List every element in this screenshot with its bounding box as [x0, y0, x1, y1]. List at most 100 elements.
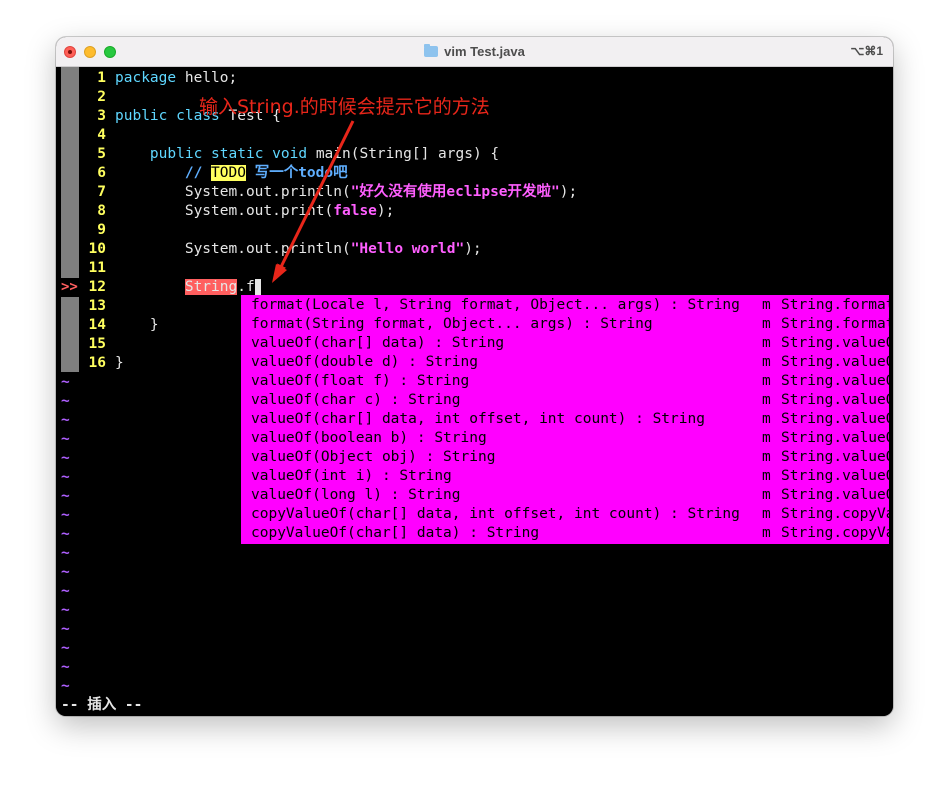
empty-line-tilde: ~ — [61, 507, 70, 523]
code-token: System.out.println( — [115, 184, 351, 200]
code-line[interactable]: System.out.print(false); — [115, 202, 395, 221]
completion-kind: m — [762, 354, 771, 370]
title-bar[interactable]: vim Test.java ⌥⌘1 — [56, 37, 893, 67]
completion-item[interactable]: valueOf(double d) : String — [251, 353, 478, 372]
mode-indicator: -- 插入 -- — [61, 697, 143, 713]
code-token: ); — [464, 241, 482, 257]
line-number: 12 — [88, 279, 106, 295]
empty-line-tilde: ~ — [61, 488, 70, 504]
code-token: 写一个todo吧 — [245, 165, 348, 181]
completion-item[interactable]: format(Locale l, String format, Object..… — [251, 296, 740, 315]
text-cursor — [254, 278, 261, 296]
completion-kind: m — [762, 335, 771, 351]
code-token: } — [115, 317, 159, 333]
code-token: .f — [237, 279, 255, 295]
completion-item[interactable]: copyValueOf(char[] data, int offset, int… — [251, 505, 740, 524]
line-number: 9 — [97, 222, 106, 238]
completion-item[interactable]: copyValueOf(char[] data) : String — [251, 524, 539, 543]
completion-item[interactable]: valueOf(char[] data, int offset, int cou… — [251, 410, 705, 429]
empty-line-tilde: ~ — [61, 545, 70, 561]
line-number: 2 — [97, 89, 106, 105]
code-token: public — [149, 146, 203, 162]
code-token: public — [115, 108, 168, 124]
empty-line-tilde: ~ — [61, 526, 70, 542]
completion-item[interactable]: valueOf(char c) : String — [251, 391, 461, 410]
window-title: vim Test.java — [56, 37, 893, 66]
code-line[interactable]: public static void main(String[] args) { — [115, 145, 499, 164]
window-shortcut: ⌥⌘1 — [850, 44, 883, 58]
empty-line-tilde: ~ — [61, 393, 70, 409]
todo-highlight: TODO — [211, 165, 246, 181]
code-line[interactable]: // TODO 写一个todo吧 — [115, 164, 348, 183]
code-token: main(String[] args) { — [307, 146, 500, 162]
code-line[interactable]: System.out.println("好久没有使用eclipse开发啦"); — [115, 183, 577, 202]
code-line[interactable]: } — [115, 316, 159, 335]
completion-item[interactable]: format(String format, Object... args) : … — [251, 315, 653, 334]
line-number: 11 — [88, 260, 106, 276]
empty-line-tilde: ~ — [61, 412, 70, 428]
completion-item[interactable]: valueOf(char[] data) : String — [251, 334, 504, 353]
completion-popup[interactable]: format(Locale l, String format, Object..… — [241, 295, 889, 544]
completion-item[interactable]: valueOf(float f) : String — [251, 372, 469, 391]
line-number: 4 — [97, 127, 106, 143]
code-token: package — [115, 70, 177, 86]
completion-kind: m — [762, 316, 771, 332]
completion-menu: String.copyValueOf — [781, 525, 889, 541]
line-number: 5 — [97, 146, 106, 162]
line-number: 13 — [88, 298, 106, 314]
completion-menu: String.valueOf — [781, 411, 889, 427]
completion-menu: String.valueOf — [781, 487, 889, 503]
completion-menu: String.valueOf — [781, 354, 889, 370]
completion-item[interactable]: valueOf(int i) : String — [251, 467, 452, 486]
code-token: "Hello world" — [350, 241, 465, 257]
empty-line-tilde: ~ — [61, 602, 70, 618]
empty-line-tilde: ~ — [61, 583, 70, 599]
code-token: ); — [376, 203, 395, 219]
completion-kind: m — [762, 449, 771, 465]
empty-line-tilde: ~ — [61, 431, 70, 447]
line-number: 8 — [97, 203, 106, 219]
window-title-text: vim Test.java — [444, 44, 525, 59]
completion-menu: String.valueOf — [781, 373, 889, 389]
completion-item[interactable]: valueOf(boolean b) : String — [251, 429, 487, 448]
empty-line-tilde: ~ — [61, 678, 70, 694]
error-highlight: String — [184, 279, 238, 295]
completion-kind: m — [762, 468, 771, 484]
empty-line-tilde: ~ — [61, 374, 70, 390]
code-line[interactable]: package hello; — [115, 69, 237, 88]
completion-menu: String.format — [781, 297, 889, 313]
empty-line-tilde: ~ — [61, 659, 70, 675]
completion-kind: m — [762, 525, 771, 541]
line-number: 6 — [97, 165, 106, 181]
completion-item[interactable]: valueOf(long l) : String — [251, 486, 461, 505]
empty-line-tilde: ~ — [61, 640, 70, 656]
completion-kind: m — [762, 392, 771, 408]
vim-editor[interactable]: 1 package hello; 2 3 public class Test {4 5 p… — [56, 67, 893, 716]
terminal-window: vim Test.java ⌥⌘1 1 package hello; 2 3 publi… — [56, 37, 893, 716]
line-number: 3 — [97, 108, 106, 124]
code-line[interactable]: String.f — [115, 278, 261, 297]
completion-kind: m — [762, 373, 771, 389]
sign-column — [61, 67, 79, 372]
line-number: 1 — [97, 70, 106, 86]
code-token: hello; — [176, 70, 238, 86]
folder-icon — [424, 44, 439, 57]
code-line[interactable]: System.out.println("Hello world"); — [115, 240, 482, 259]
completion-menu: String.format — [781, 316, 889, 332]
line-number: 16 — [88, 355, 106, 371]
completion-menu: String.valueOf — [781, 449, 889, 465]
code-token: System.out.print( — [115, 203, 334, 219]
completion-item[interactable]: valueOf(Object obj) : String — [251, 448, 495, 467]
empty-line-tilde: ~ — [61, 564, 70, 580]
completion-menu: String.valueOf — [781, 392, 889, 408]
code-token: void — [272, 146, 308, 162]
error-sign: >> — [61, 278, 79, 297]
completion-menu: String.valueOf — [781, 335, 889, 351]
code-line[interactable]: } — [115, 354, 124, 373]
annotation-text: 输入String.的时候会提示它的方法 — [199, 96, 490, 118]
completion-menu: String.valueOf — [781, 468, 889, 484]
